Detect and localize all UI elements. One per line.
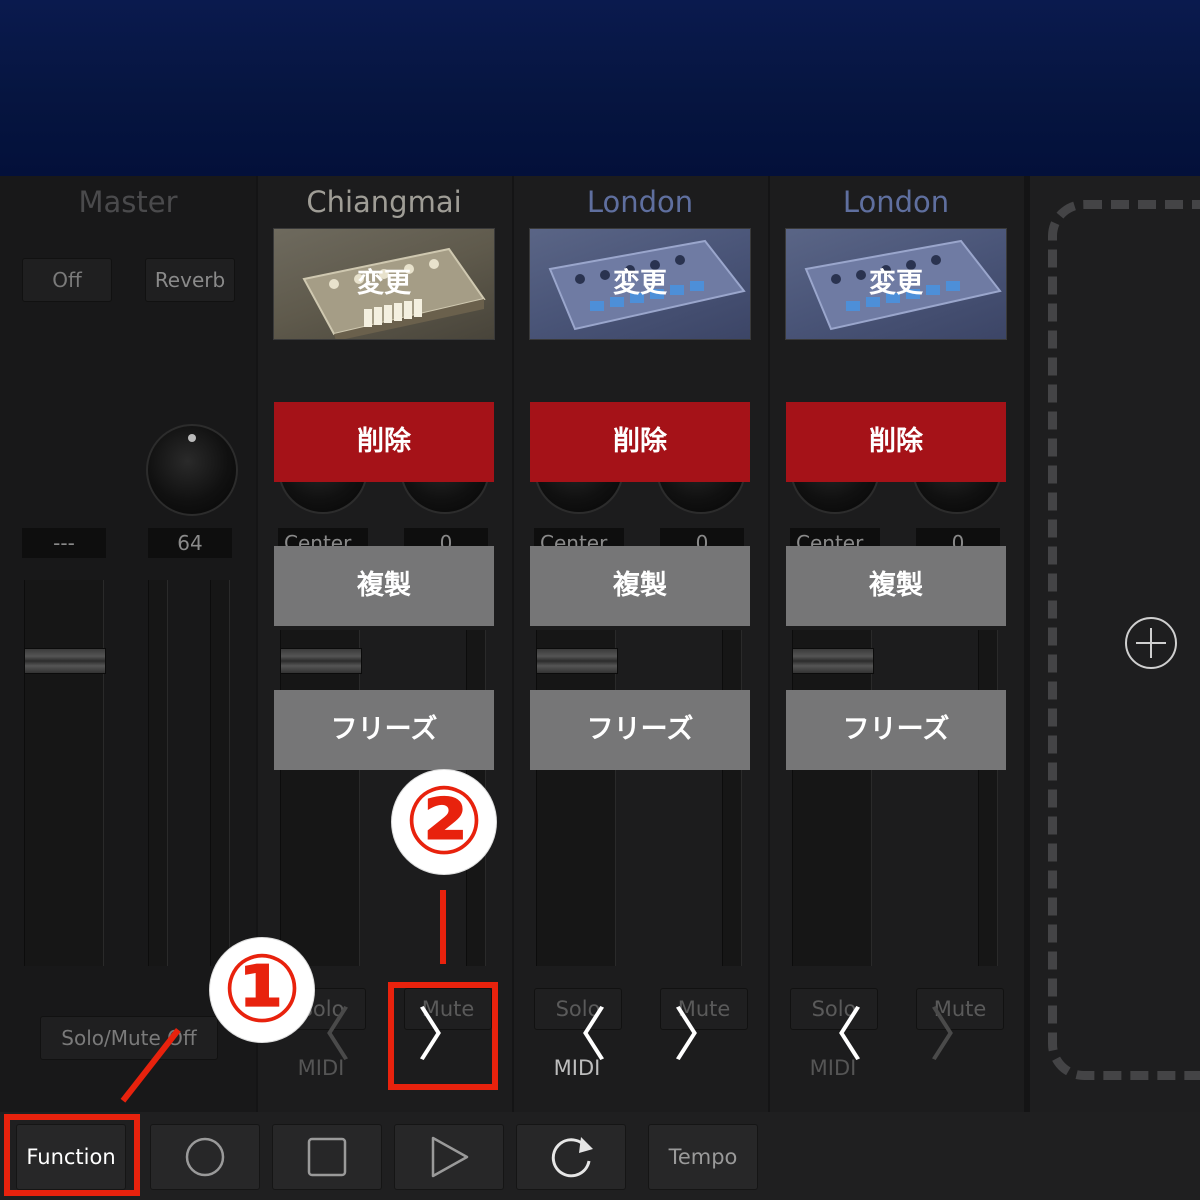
callout-badge-1: ① [210, 938, 314, 1042]
channel-title: London [586, 185, 694, 219]
master-off-button[interactable]: Off [22, 258, 112, 302]
channel-fader-track[interactable] [536, 630, 616, 966]
solo-mute-off-button[interactable]: Solo/Mute Off [40, 1016, 218, 1060]
callout-highlight-next [388, 982, 498, 1090]
freeze-button[interactable]: フリーズ [530, 690, 750, 770]
channel-title: Chiangmai [306, 185, 462, 219]
channel-fader-handle[interactable] [280, 648, 362, 674]
duplicate-button[interactable]: 複製 [786, 546, 1006, 626]
record-icon [185, 1137, 225, 1177]
chevron-left-icon[interactable]: 〈 [548, 1000, 608, 1070]
top-banner [0, 0, 1200, 176]
play-icon [431, 1136, 469, 1178]
callout-highlight-function [4, 1114, 140, 1196]
add-track-dropzone[interactable] [1048, 200, 1200, 1080]
freeze-button[interactable]: フリーズ [786, 690, 1006, 770]
reverb-button[interactable]: Reverb [145, 258, 235, 302]
stop-button[interactable] [272, 1124, 382, 1190]
master-fader-track[interactable] [24, 580, 104, 966]
chevron-right-icon[interactable]: 〉 [928, 1000, 988, 1070]
instrument-thumbnail[interactable]: 変更 [785, 228, 1007, 340]
master-meter-left [148, 580, 168, 966]
play-button[interactable] [394, 1124, 504, 1190]
strip-divider [768, 176, 770, 1112]
master-readout-left: --- [22, 528, 106, 558]
instrument-thumbnail[interactable]: 変更 [273, 228, 495, 340]
stop-icon [307, 1137, 347, 1177]
loop-button[interactable] [516, 1124, 626, 1190]
master-title: Master [78, 185, 178, 219]
chevron-right-icon[interactable]: 〉 [672, 1000, 732, 1070]
change-instrument-button[interactable]: 変更 [530, 229, 750, 339]
duplicate-button[interactable]: 複製 [274, 546, 494, 626]
channel-fader-track[interactable] [280, 630, 360, 966]
master-meter-right [210, 580, 230, 966]
instrument-thumbnail[interactable]: 変更 [529, 228, 751, 340]
chevron-left-icon[interactable]: 〈 [804, 1000, 864, 1070]
tempo-label: Tempo [668, 1145, 738, 1169]
strip-divider [512, 176, 514, 1112]
record-button[interactable] [150, 1124, 260, 1190]
callout-number: ② [404, 767, 484, 876]
delete-button[interactable]: 削除 [530, 402, 750, 482]
duplicate-button[interactable]: 複製 [530, 546, 750, 626]
callout-leader-line [440, 890, 446, 964]
delete-button[interactable]: 削除 [786, 402, 1006, 482]
loop-icon [551, 1137, 593, 1178]
callout-number: ① [222, 935, 302, 1044]
add-track-plus-icon[interactable] [1125, 617, 1177, 669]
master-reverb-knob[interactable] [146, 424, 238, 516]
tempo-button[interactable]: Tempo [648, 1124, 758, 1190]
callout-badge-2: ② [392, 770, 496, 874]
channel-fader-handle[interactable] [792, 648, 874, 674]
master-readout-right: 64 [148, 528, 232, 558]
master-fader-handle[interactable] [24, 648, 106, 674]
channel-title: London [842, 185, 950, 219]
channel-meter [978, 630, 998, 966]
change-instrument-button[interactable]: 変更 [274, 229, 494, 339]
channel-fader-handle[interactable] [536, 648, 618, 674]
delete-button[interactable]: 削除 [274, 402, 494, 482]
channel-fader-track[interactable] [792, 630, 872, 966]
freeze-button[interactable]: フリーズ [274, 690, 494, 770]
change-instrument-button[interactable]: 変更 [786, 229, 1006, 339]
channel-meter [722, 630, 742, 966]
